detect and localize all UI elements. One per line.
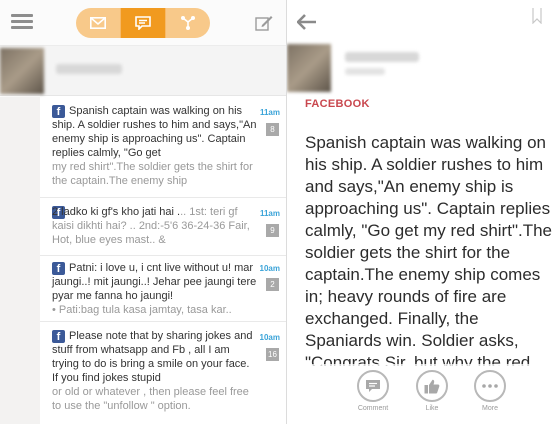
item-preview: • Pati:bag tula kasa jamtay, tasa kar.. (52, 304, 232, 316)
profile-header[interactable] (0, 46, 286, 96)
list-item[interactable]: f Spanish captain was walking on his shi… (40, 97, 286, 198)
item-time: 11am (259, 108, 280, 117)
item-count-badge: 2 (266, 278, 279, 291)
envelope-icon (90, 17, 106, 29)
more-button[interactable]: More (473, 370, 507, 412)
top-bar (0, 0, 286, 46)
feed-gutter (0, 97, 40, 424)
like-thumb-icon (424, 379, 440, 393)
item-count-badge: 9 (266, 224, 279, 237)
back-arrow-icon[interactable] (297, 14, 317, 30)
post-body-line: soldier gets the shirt for the (305, 243, 511, 262)
item-time: 10am (259, 333, 280, 342)
list-item[interactable]: f 2 ladko ki gf's kho jati hai ... 1st: … (40, 198, 286, 256)
detail-pane: FACEBOOK Spanish captain was walking on … (287, 0, 554, 424)
list-item[interactable]: f Please note that by sharing jokes and … (40, 322, 286, 424)
item-time: 11am (259, 209, 280, 218)
item-time: 10am (259, 264, 280, 273)
tab-messages[interactable] (76, 8, 120, 38)
chat-bubble-icon (135, 16, 151, 30)
profile-name-blurred (56, 64, 122, 74)
item-headline: Please note that by sharing jokes and st… (52, 330, 253, 384)
post-body-line: Spaniards win. Soldier asks, (305, 331, 519, 350)
more-label: More (482, 405, 498, 412)
post-body-line: and says,"An enemy ship is (305, 177, 514, 196)
list-item[interactable]: f Patni: i love u, i cnt live without u!… (40, 256, 286, 322)
post-body-line: captain.The enemy ship comes (305, 265, 541, 284)
author-name-blurred (345, 52, 419, 62)
comment-icon (366, 380, 380, 392)
avatar (287, 44, 331, 92)
action-bar: Comment Like More (287, 364, 554, 424)
item-headline: Spanish captain was walking on his ship.… (52, 105, 257, 159)
compose-icon[interactable] (255, 15, 273, 31)
share-network-icon (181, 16, 195, 30)
tab-chat[interactable] (120, 8, 165, 38)
like-label: Like (425, 405, 439, 412)
post-body: Spanish captain was walking on his ship.… (305, 132, 554, 366)
item-preview: my red shirt".The soldier gets the shirt… (52, 161, 253, 187)
author-meta-blurred (345, 68, 385, 75)
item-headline: 2 ladko ki gf's kho jati hai . (52, 206, 181, 218)
post-body-line: his ship. A soldier rushes to him (305, 155, 544, 174)
bookmark-icon[interactable] (532, 8, 542, 24)
more-dots-icon (482, 384, 498, 388)
item-text: Patni: i love u, i cnt live without u! m… (52, 261, 258, 317)
item-preview: or old or whatever , then please feel fr… (52, 386, 249, 412)
post-body-line: exchanged. Finally, the (305, 309, 479, 328)
post-body-line: Spanish captain was walking on (305, 133, 546, 152)
item-text: Spanish captain was walking on his ship.… (52, 104, 258, 188)
feed-pane: f Spanish captain was walking on his shi… (0, 0, 286, 424)
post-body-line: approaching us". Captain replies (305, 199, 551, 218)
source-tab-group (76, 8, 210, 38)
avatar (0, 48, 44, 94)
comment-button[interactable]: Comment (356, 370, 390, 412)
source-label: FACEBOOK (305, 98, 370, 110)
item-headline: Patni: i love u, i cnt live without u! m… (52, 262, 257, 302)
item-count-badge: 8 (266, 123, 279, 136)
item-text: Please note that by sharing jokes and st… (52, 329, 258, 413)
like-button[interactable]: Like (415, 370, 449, 412)
post-body-line: in; heavy rounds of fire are (305, 287, 507, 306)
item-text: 2 ladko ki gf's kho jati hai ... 1st: te… (52, 205, 258, 247)
comment-label: Comment (357, 405, 389, 412)
post-body-line: calmly, "Go get my red shirt".The (305, 221, 552, 240)
hamburger-icon[interactable] (11, 14, 33, 30)
tab-share[interactable] (165, 8, 210, 38)
item-count-badge: 16 (266, 348, 279, 361)
